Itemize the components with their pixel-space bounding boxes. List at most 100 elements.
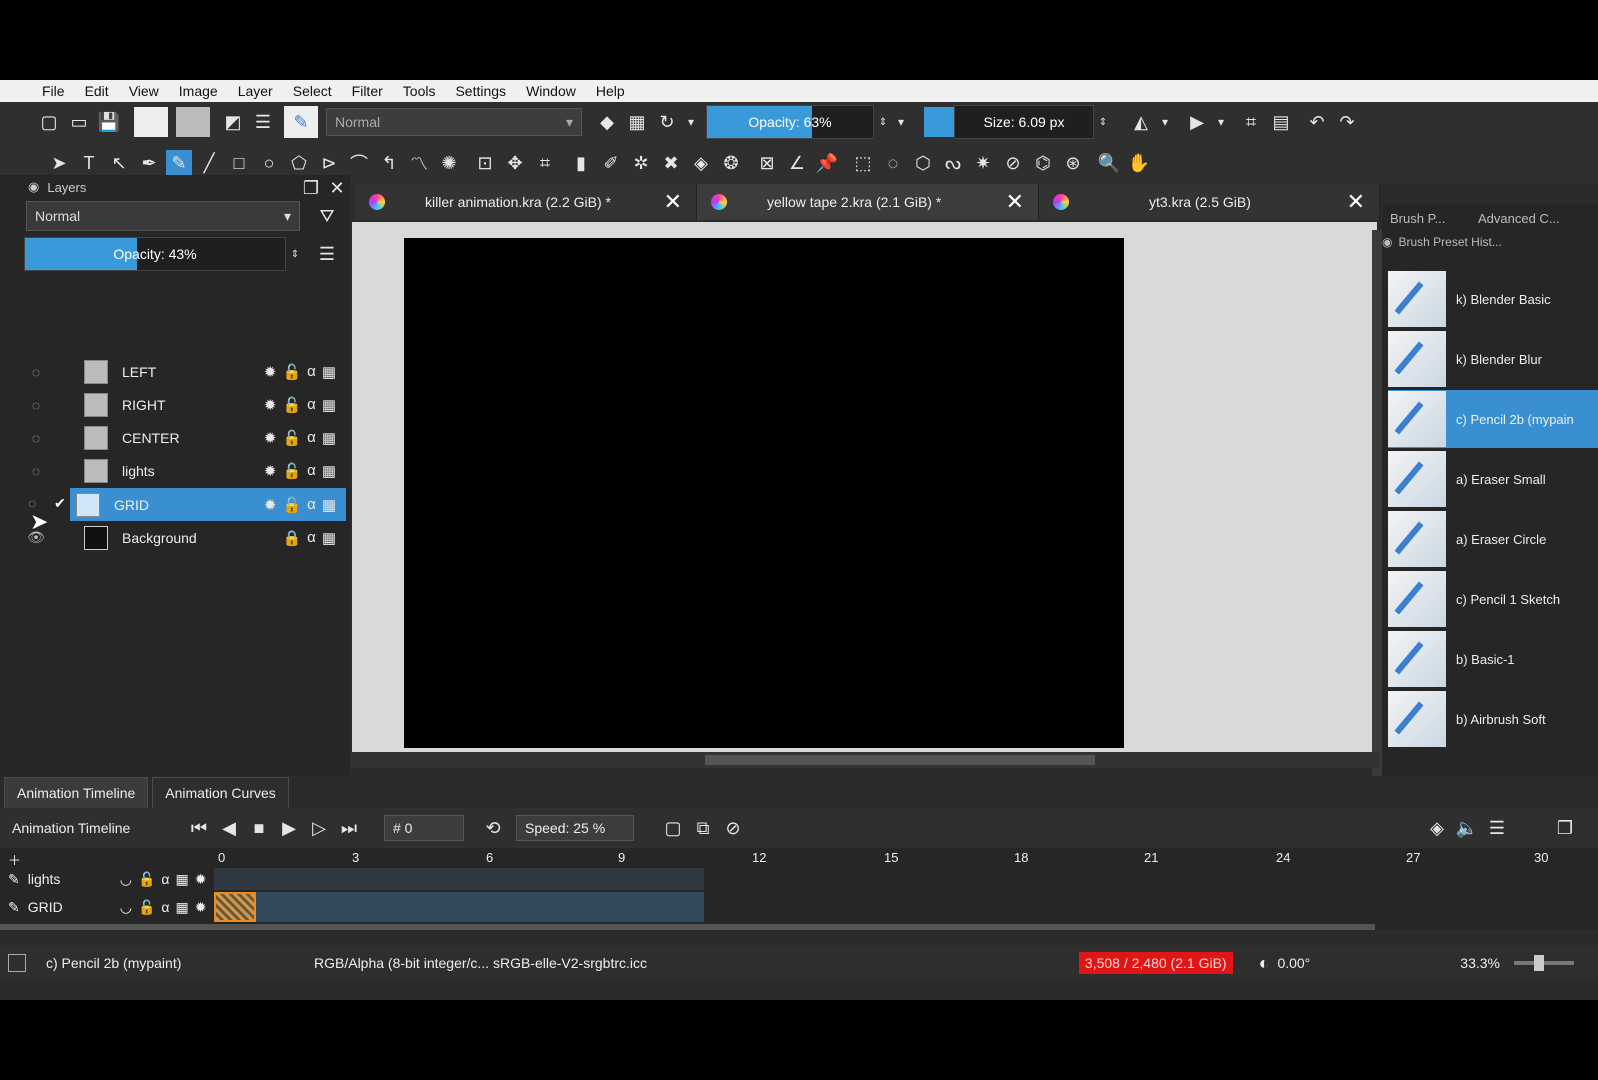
lock-icon[interactable]: 🔓 bbox=[282, 496, 301, 514]
spin-arrows-icon[interactable]: ⇕ bbox=[288, 241, 302, 267]
onion-skin-icon[interactable]: ▦ bbox=[322, 462, 336, 480]
color-swap-icon[interactable]: ◩ bbox=[220, 109, 246, 135]
size-slider[interactable]: Size: 6.09 px bbox=[954, 105, 1094, 139]
spin-arrows-icon[interactable]: ⇕ bbox=[1096, 109, 1110, 135]
eraser-mode-icon[interactable]: ◆ bbox=[594, 109, 620, 135]
chevron-down-icon[interactable]: ▾ bbox=[1158, 109, 1172, 135]
visibility-icon[interactable]: ◌ bbox=[22, 364, 50, 380]
lock-icon[interactable]: 🔒 bbox=[282, 529, 301, 547]
brush-preset-item[interactable]: b) Airbrush Soft bbox=[1388, 690, 1598, 748]
current-frame-input[interactable]: # 0 bbox=[384, 815, 464, 841]
freehand-path-icon[interactable]: ↰ bbox=[376, 150, 402, 176]
timeline-scrollbar[interactable] bbox=[0, 924, 1375, 930]
menu-layer[interactable]: Layer bbox=[228, 83, 283, 99]
layer-opacity-slider[interactable]: Opacity: 43% bbox=[24, 237, 286, 271]
gradient-tool-icon[interactable]: ▮ bbox=[568, 150, 594, 176]
select-shapes-icon[interactable]: ➤ bbox=[46, 150, 72, 176]
lock-icon[interactable]: 🔓 bbox=[282, 462, 301, 480]
alpha-lock-icon[interactable]: ▦ bbox=[624, 109, 650, 135]
play-icon[interactable]: ▶ bbox=[276, 815, 302, 841]
similar-select-icon[interactable]: ⊘ bbox=[1000, 150, 1026, 176]
loop-icon[interactable]: ⟲ bbox=[480, 815, 506, 841]
close-docker-icon[interactable]: ✕ bbox=[324, 175, 350, 201]
lock-icon[interactable]: 🔓 bbox=[282, 396, 301, 414]
onion-skin-icon[interactable]: ▦ bbox=[322, 429, 336, 447]
redo-icon[interactable]: ↷ bbox=[1334, 109, 1360, 135]
close-icon[interactable]: ✕ bbox=[1347, 189, 1365, 215]
close-icon[interactable]: ✕ bbox=[664, 189, 682, 215]
alpha-icon[interactable]: α bbox=[161, 899, 169, 916]
visibility-icon[interactable]: ◌ bbox=[22, 430, 50, 446]
new-document-icon[interactable]: ▢ bbox=[36, 109, 62, 135]
multibrush-icon[interactable]: ✺ bbox=[436, 150, 462, 176]
tab-animation-curves[interactable]: Animation Curves bbox=[152, 777, 289, 808]
onion-skin-icon[interactable]: ▦ bbox=[322, 396, 336, 414]
blend-mode-dropdown[interactable]: Normal ▾ bbox=[326, 108, 582, 136]
freehand-select-icon[interactable]: ᔓ bbox=[940, 150, 966, 176]
onion-skin-icon[interactable]: ▦ bbox=[322, 363, 336, 381]
alpha-icon[interactable]: α bbox=[307, 496, 316, 514]
inherit-light-icon[interactable]: ✹ bbox=[195, 871, 207, 888]
onion-skin-icon[interactable]: ▦ bbox=[175, 871, 188, 888]
layer-row-right[interactable]: ◌ RIGHT ✹ 🔓 α ▦ bbox=[0, 388, 346, 421]
menu-image[interactable]: Image bbox=[169, 83, 228, 99]
drawing-canvas[interactable] bbox=[404, 238, 1124, 748]
brush-preset-item[interactable]: c) Pencil 2b (mypain bbox=[1388, 390, 1598, 448]
reload-preset-icon[interactable]: ↻ bbox=[654, 109, 680, 135]
save-icon[interactable]: 💾 bbox=[96, 109, 122, 135]
brush-preset-item[interactable]: b) Basic-1 bbox=[1388, 630, 1598, 688]
inherit-light-icon[interactable]: ✹ bbox=[264, 496, 277, 514]
menu-view[interactable]: View bbox=[119, 83, 169, 99]
line-tool-icon[interactable]: ╱ bbox=[196, 150, 222, 176]
rect-select-icon[interactable]: ⬚ bbox=[850, 150, 876, 176]
contiguous-select-icon[interactable]: ✷ bbox=[970, 150, 996, 176]
open-folder-icon[interactable]: ▭ bbox=[66, 109, 92, 135]
tab-yellow-tape[interactable]: yellow tape 2.kra (2.1 GiB) * ✕ bbox=[697, 184, 1039, 220]
layer-row-background[interactable]: 👁 Background 🔒 α ▦ bbox=[0, 521, 346, 554]
visibility-icon[interactable]: ◡ bbox=[120, 899, 132, 916]
menu-file[interactable]: File bbox=[0, 83, 75, 99]
lock-icon[interactable]: 🔓 bbox=[282, 429, 301, 447]
onion-skin-icon[interactable]: ▦ bbox=[175, 899, 188, 916]
mirror-vertical-icon[interactable]: ▶ bbox=[1184, 109, 1210, 135]
layer-options-icon[interactable]: ☰ bbox=[314, 241, 340, 267]
menu-window[interactable]: Window bbox=[516, 83, 586, 99]
chevron-down-icon[interactable]: ▾ bbox=[684, 109, 698, 135]
onion-skin-icon[interactable]: ▦ bbox=[322, 496, 336, 514]
inherit-light-icon[interactable]: ✹ bbox=[264, 429, 277, 447]
color-picker-icon[interactable]: ✐ bbox=[598, 150, 624, 176]
alpha-icon[interactable]: α bbox=[307, 462, 316, 480]
dynamic-brush-icon[interactable]: 〽 bbox=[406, 150, 432, 176]
timeline-row-grid[interactable]: ✎ GRID ◡ 🔓 α ▦ ✹ bbox=[0, 892, 1598, 922]
crop-wrap-icon[interactable]: ⌗ bbox=[1238, 109, 1264, 135]
brush-preset-item[interactable]: a) Eraser Circle bbox=[1388, 510, 1598, 568]
inherit-light-icon[interactable]: ✹ bbox=[264, 363, 277, 381]
polygon-tool-icon[interactable]: ⬠ bbox=[286, 150, 312, 176]
transform-tool-icon[interactable]: ⊡ bbox=[472, 150, 498, 176]
tab-brush-presets[interactable]: Brush P... bbox=[1390, 204, 1445, 232]
brush-preset-item[interactable]: k) Blender Basic bbox=[1388, 270, 1598, 328]
onion-skins-icon[interactable]: ◈ bbox=[1424, 815, 1450, 841]
workspace-icon[interactable]: ▤ bbox=[1268, 109, 1294, 135]
onion-skin-icon[interactable]: ▦ bbox=[322, 529, 336, 547]
rectangle-tool-icon[interactable]: □ bbox=[226, 150, 252, 176]
brush-preset-item[interactable]: c) Pencil 1 Sketch bbox=[1388, 570, 1598, 628]
close-icon[interactable]: ✕ bbox=[1006, 189, 1024, 215]
frame-cells[interactable] bbox=[214, 892, 704, 922]
visibility-icon[interactable]: 👁 bbox=[22, 529, 50, 546]
canvas-viewport[interactable] bbox=[352, 222, 1377, 752]
layer-blend-mode-dropdown[interactable]: Normal ▾ bbox=[26, 201, 300, 231]
frame-cells[interactable] bbox=[214, 868, 704, 890]
float-docker-icon[interactable]: ❐ bbox=[1552, 815, 1578, 841]
calligraphy-icon[interactable]: ✒ bbox=[136, 150, 162, 176]
mirror-horizontal-icon[interactable]: ◭ bbox=[1128, 109, 1154, 135]
chevron-down-icon[interactable]: ▾ bbox=[1214, 109, 1228, 135]
speed-input[interactable]: Speed: 25 % bbox=[516, 815, 634, 841]
inherit-light-icon[interactable]: ✹ bbox=[264, 462, 277, 480]
timeline-menu-icon[interactable]: ☰ bbox=[1484, 815, 1510, 841]
zoom-tool-icon[interactable]: 🔍 bbox=[1096, 150, 1122, 176]
tab-advanced-color[interactable]: Advanced C... bbox=[1478, 204, 1560, 232]
float-docker-icon[interactable]: ❐ bbox=[298, 175, 324, 201]
add-blank-frame-icon[interactable]: ▢ bbox=[660, 815, 686, 841]
audio-icon[interactable]: 🔈 bbox=[1454, 815, 1480, 841]
